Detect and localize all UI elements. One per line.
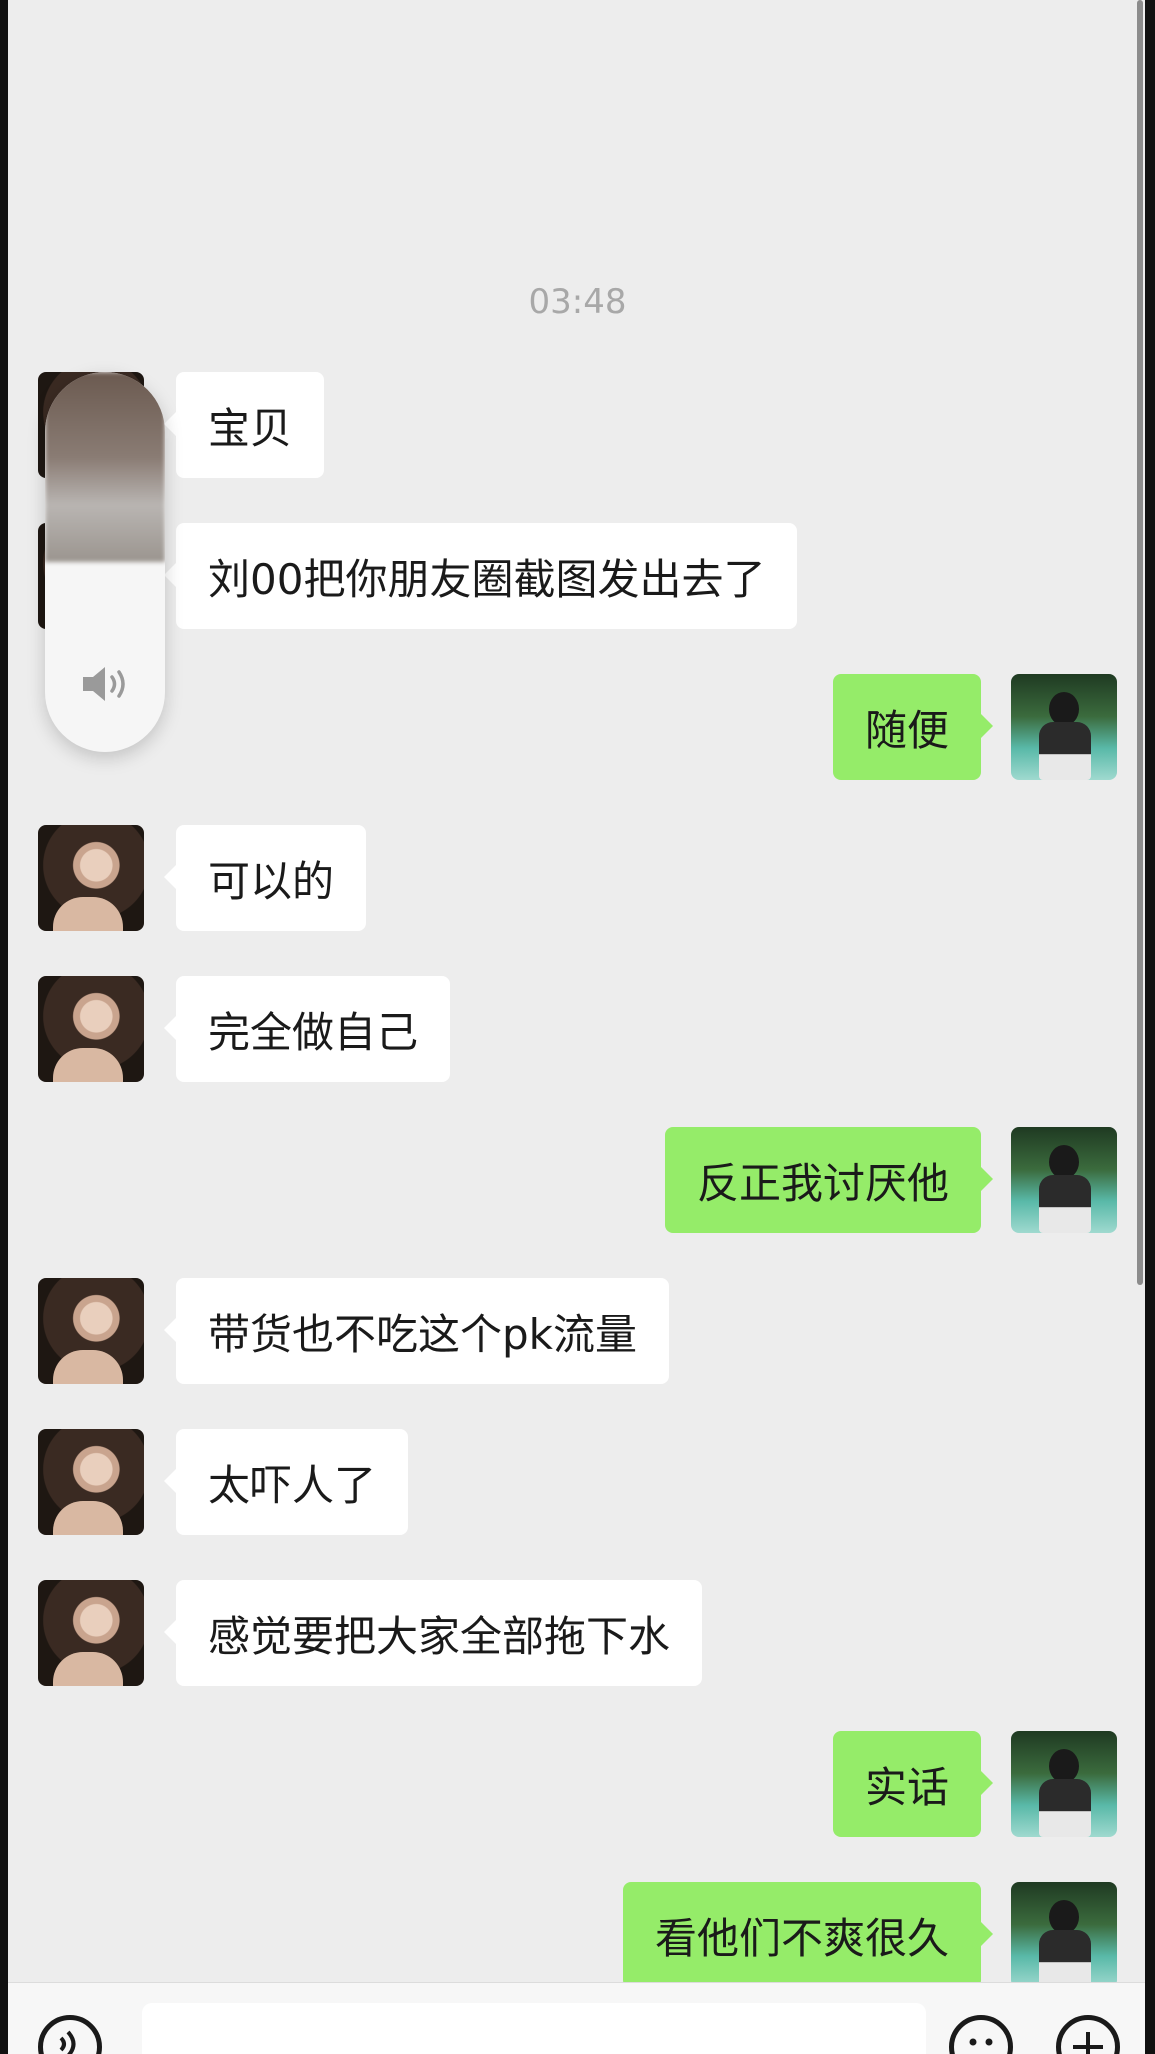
chat-window: 03:48 宝贝 刘00把你朋友圈截图发出去了 随便 可以的 完全做自己 反正我… [0,0,1155,2054]
my-avatar[interactable] [1011,1731,1117,1837]
my-avatar[interactable] [1011,1127,1117,1233]
contact-avatar[interactable] [38,1278,144,1384]
message-timestamp: 03:48 [528,282,627,322]
message-row: 随便 [0,674,1155,780]
message-row: 带货也不吃这个pk流量 [0,1278,1155,1384]
sent-message-bubble[interactable]: 看他们不爽很久 [622,1882,994,1988]
received-message-bubble[interactable]: 太吓人了 [163,1429,409,1535]
message-row: 感觉要把大家全部拖下水 [0,1580,1155,1686]
message-row: 反正我讨厌他 [0,1127,1155,1233]
sent-message-bubble[interactable]: 实话 [832,1731,994,1837]
scrollbar[interactable] [1137,0,1143,1285]
my-avatar[interactable] [1011,1882,1117,1988]
voice-icon[interactable] [38,2015,102,2054]
volume-overlay[interactable] [45,372,165,752]
volume-level-fill [45,372,165,562]
received-message-bubble[interactable]: 完全做自己 [163,976,451,1082]
received-message-bubble[interactable]: 带货也不吃这个pk流量 [164,1278,669,1384]
sent-message-bubble[interactable]: 反正我讨厌他 [664,1127,994,1233]
received-message-bubble[interactable]: 宝贝 [163,372,325,478]
emoji-icon[interactable] [949,2015,1013,2054]
message-row: 完全做自己 [0,976,1155,1082]
received-message-bubble[interactable]: 感觉要把大家全部拖下水 [163,1580,703,1686]
message-row: 看他们不爽很久 [0,1882,1155,1988]
speaker-icon [83,667,125,701]
message-row: 实话 [0,1731,1155,1837]
received-message-bubble[interactable]: 刘00把你朋友圈截图发出去了 [163,523,798,629]
message-row: 宝贝 [0,372,1155,478]
message-row: 可以的 [0,825,1155,931]
input-bar [8,1982,1145,2054]
contact-avatar[interactable] [38,976,144,1082]
plus-icon[interactable] [1056,2015,1120,2054]
contact-avatar[interactable] [38,1429,144,1535]
contact-avatar[interactable] [38,1580,144,1686]
my-avatar[interactable] [1011,674,1117,780]
message-row: 太吓人了 [0,1429,1155,1535]
contact-avatar[interactable] [38,825,144,931]
message-row: 刘00把你朋友圈截图发出去了 [0,523,1155,629]
message-input[interactable] [142,2003,926,2054]
sent-message-bubble[interactable]: 随便 [832,674,994,780]
received-message-bubble[interactable]: 可以的 [163,825,367,931]
